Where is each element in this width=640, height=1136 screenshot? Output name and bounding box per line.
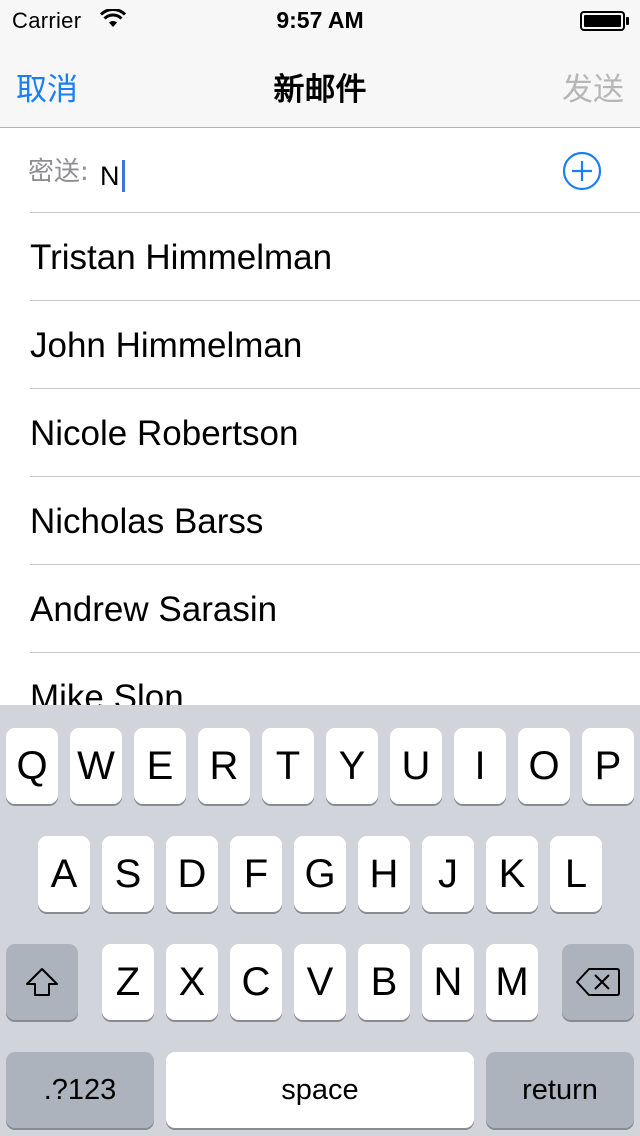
key-j[interactable]: J xyxy=(422,836,474,912)
key-f[interactable]: F xyxy=(230,836,282,912)
text-caret xyxy=(121,160,125,192)
key-g[interactable]: G xyxy=(294,836,346,912)
send-button[interactable]: 发送 xyxy=(562,64,624,109)
nav-bar: 取消 新邮件 发送 xyxy=(0,40,640,128)
bcc-input-text: N xyxy=(100,160,120,191)
key-c[interactable]: C xyxy=(230,944,282,1020)
key-h[interactable]: H xyxy=(358,836,410,912)
key-v[interactable]: V xyxy=(294,944,346,1020)
key-k[interactable]: K xyxy=(486,836,538,912)
key-n[interactable]: N xyxy=(422,944,474,1020)
contact-name: Nicole Robertson xyxy=(30,414,299,453)
key-i[interactable]: I xyxy=(454,728,506,804)
list-item[interactable]: Mike Slon xyxy=(0,653,640,705)
plus-circle-icon[interactable] xyxy=(562,151,602,191)
key-z[interactable]: Z xyxy=(102,944,154,1020)
space-key[interactable]: space xyxy=(166,1052,474,1128)
delete-key[interactable] xyxy=(562,944,634,1020)
key-u[interactable]: U xyxy=(390,728,442,804)
delete-icon xyxy=(576,968,620,996)
key-x[interactable]: X xyxy=(166,944,218,1020)
numbers-key[interactable]: .?123 xyxy=(6,1052,154,1128)
contact-name: Nicholas Barss xyxy=(30,502,264,541)
contact-name: John Himmelman xyxy=(30,326,303,365)
key-l[interactable]: L xyxy=(550,836,602,912)
contact-suggestions: Tristan Himmelman John Himmelman Nicole … xyxy=(0,213,640,705)
page-title: 新邮件 xyxy=(273,72,367,108)
list-item[interactable]: Andrew Sarasin xyxy=(0,565,640,653)
bcc-input[interactable]: N xyxy=(100,159,125,193)
list-item[interactable]: Nicole Robertson xyxy=(0,389,640,477)
key-m[interactable]: M xyxy=(486,944,538,1020)
list-item[interactable]: Tristan Himmelman xyxy=(0,213,640,301)
contact-name: Andrew Sarasin xyxy=(30,590,278,629)
key-r[interactable]: R xyxy=(198,728,250,804)
key-b[interactable]: B xyxy=(358,944,410,1020)
status-time: 9:57 AM xyxy=(276,7,364,33)
status-bar: Carrier 9:57 AM xyxy=(0,0,640,40)
key-q[interactable]: Q xyxy=(6,728,58,804)
bcc-field-row: 密送: N xyxy=(0,129,640,213)
contact-name: Tristan Himmelman xyxy=(30,238,333,277)
list-item[interactable]: Nicholas Barss xyxy=(0,477,640,565)
key-p[interactable]: P xyxy=(582,728,634,804)
shift-icon xyxy=(26,968,58,996)
contact-name: Mike Slon xyxy=(30,678,184,705)
list-item[interactable]: John Himmelman xyxy=(0,301,640,389)
bcc-label: 密送: xyxy=(28,157,89,187)
key-t[interactable]: T xyxy=(262,728,314,804)
key-a[interactable]: A xyxy=(38,836,90,912)
return-key[interactable]: return xyxy=(486,1052,634,1128)
keyboard: Q W E R T Y U I O P A S D F G H J K L Z … xyxy=(0,705,640,1136)
key-y[interactable]: Y xyxy=(326,728,378,804)
battery-icon xyxy=(580,11,629,31)
key-s[interactable]: S xyxy=(102,836,154,912)
shift-key[interactable] xyxy=(6,944,78,1020)
key-o[interactable]: O xyxy=(518,728,570,804)
key-w[interactable]: W xyxy=(70,728,122,804)
key-d[interactable]: D xyxy=(166,836,218,912)
key-e[interactable]: E xyxy=(134,728,186,804)
